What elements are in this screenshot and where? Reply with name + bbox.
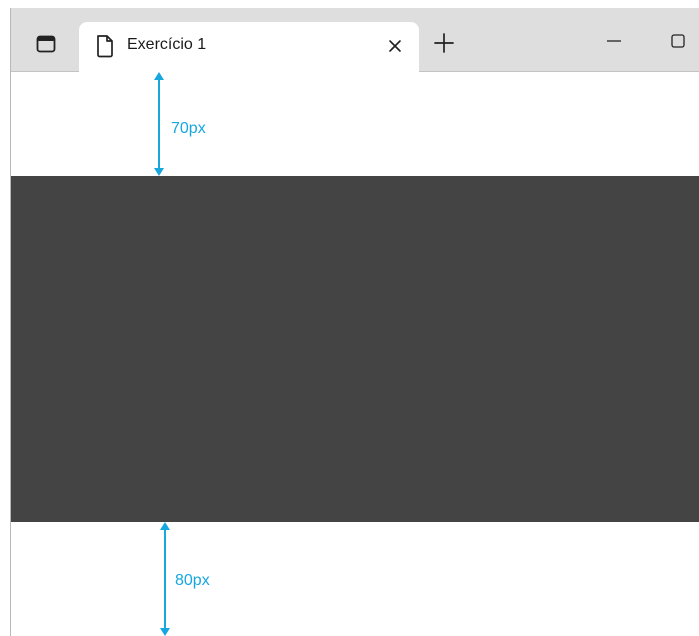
bottom-margin-arrow [160, 522, 170, 636]
plus-icon [434, 33, 454, 53]
maximize-icon [671, 34, 685, 48]
document-icon [97, 35, 113, 58]
top-margin-label: 70px [171, 120, 206, 137]
maximize-button[interactable] [661, 26, 695, 56]
page-content: 70px 80px [11, 72, 699, 636]
close-icon [389, 40, 401, 52]
browser-window: Exercício 1 70px 80px [10, 8, 699, 636]
tab-close-button[interactable] [385, 36, 405, 56]
minimize-icon [607, 40, 621, 42]
top-margin-arrow [154, 72, 164, 176]
tab-actions-icon [36, 35, 56, 53]
tab-actions-button[interactable] [25, 26, 67, 62]
tab-exercicio-1[interactable]: Exercício 1 [79, 22, 419, 73]
tab-title: Exercício 1 [127, 36, 207, 53]
dark-box [11, 176, 699, 522]
minimize-button[interactable] [597, 26, 631, 56]
title-bar: Exercício 1 [11, 8, 699, 73]
bottom-margin-label: 80px [175, 572, 210, 589]
new-tab-button[interactable] [429, 28, 459, 58]
